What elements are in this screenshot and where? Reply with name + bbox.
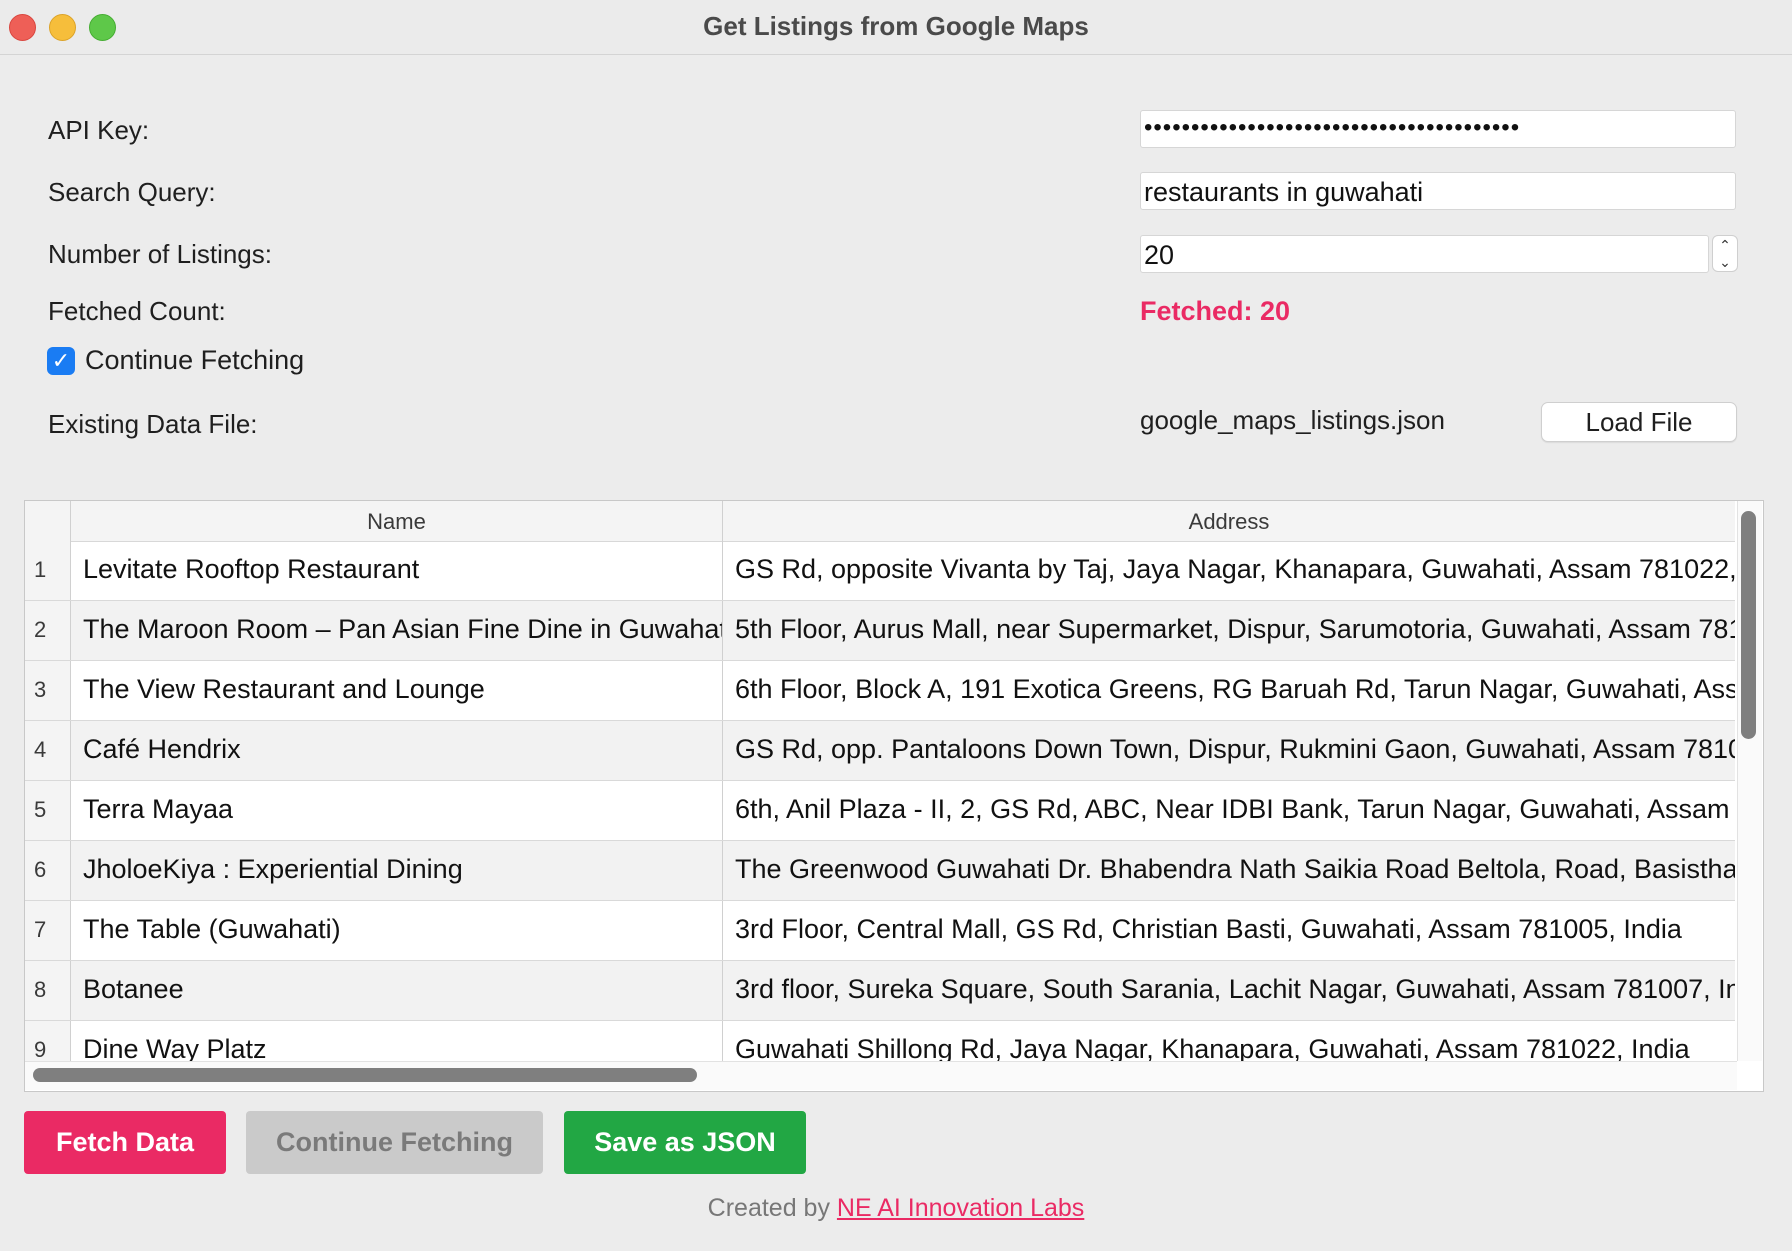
row-number: 7	[25, 901, 71, 960]
row-number: 8	[25, 961, 71, 1020]
table-row[interactable]: 8 Botanee 3rd floor, Sureka Square, South …	[25, 961, 1735, 1021]
num-listings-input[interactable]: 20	[1140, 235, 1709, 273]
cell-name[interactable]: Terra Mayaa	[71, 781, 723, 840]
window-title: Get Listings from Google Maps	[703, 11, 1089, 41]
continue-fetching-checkbox-label[interactable]: Continue Fetching	[85, 345, 304, 376]
api-key-label: API Key:	[48, 115, 150, 145]
cell-address[interactable]: GS Rd, opposite Vivanta by Taj, Jaya Nag…	[723, 541, 1735, 600]
cell-address[interactable]: 6th Floor, Block A, 191 Exotica Greens, …	[723, 661, 1735, 720]
api-key-input[interactable]: ••••••••••••••••••••••••••••••••••••••••	[1140, 110, 1736, 148]
table-row[interactable]: 2 The Maroon Room – Pan Asian Fine Dine i…	[25, 601, 1735, 661]
row-number: 2	[25, 601, 71, 660]
cell-name[interactable]: Café Hendrix	[71, 721, 723, 780]
fetched-count-label: Fetched Count:	[48, 296, 226, 326]
cell-name[interactable]: JholoeKiya : Experiential Dining	[71, 841, 723, 900]
cell-address[interactable]: 3rd floor, Sureka Square, South Sarania,…	[723, 961, 1735, 1020]
cell-name[interactable]: The Maroon Room – Pan Asian Fine Dine in…	[71, 601, 723, 660]
vertical-scrollbar-thumb[interactable]	[1741, 511, 1756, 739]
load-file-button[interactable]: Load File	[1541, 402, 1737, 442]
title-bar: Get Listings from Google Maps	[0, 0, 1792, 55]
num-listings-label: Number of Listings:	[48, 239, 272, 269]
fetched-count-value: Fetched: 20	[1140, 296, 1291, 326]
column-header-address[interactable]: Address	[723, 501, 1735, 541]
footer-link[interactable]: NE AI Innovation Labs	[837, 1194, 1084, 1222]
listings-table[interactable]: Name Address 1 Levitate Rooftop Restauran…	[24, 500, 1764, 1092]
row-number: 4	[25, 721, 71, 780]
column-header-name[interactable]: Name	[71, 501, 723, 541]
row-number-header	[25, 501, 71, 541]
table-row[interactable]: 7 The Table (Guwahati) 3rd Floor, Central …	[25, 901, 1735, 961]
cell-address[interactable]: 3rd Floor, Central Mall, GS Rd, Christia…	[723, 901, 1735, 960]
table-header: Name Address	[25, 501, 1735, 542]
cell-address[interactable]: 5th Floor, Aurus Mall, near Supermarket,…	[723, 601, 1735, 660]
table-body: 1 Levitate Rooftop Restaurant GS Rd, oppos…	[25, 541, 1735, 1081]
cell-name[interactable]: The Table (Guwahati)	[71, 901, 723, 960]
search-query-label: Search Query:	[48, 177, 216, 207]
cell-name[interactable]: Levitate Rooftop Restaurant	[71, 541, 723, 600]
table-row[interactable]: 1 Levitate Rooftop Restaurant GS Rd, oppos…	[25, 541, 1735, 601]
continue-fetching-button[interactable]: Continue Fetching	[246, 1111, 543, 1174]
search-query-input[interactable]: restaurants in guwahati	[1140, 172, 1736, 210]
row-number: 1	[25, 541, 71, 600]
cell-address[interactable]: 6th, Anil Plaza - II, 2, GS Rd, ABC, Nea…	[723, 781, 1735, 840]
row-number: 5	[25, 781, 71, 840]
existing-file-name: google_maps_listings.json	[1140, 405, 1445, 435]
row-number: 6	[25, 841, 71, 900]
table-row[interactable]: 3 The View Restaurant and Lounge 6th Floor…	[25, 661, 1735, 721]
fetch-data-button[interactable]: Fetch Data	[24, 1111, 226, 1174]
save-as-json-button[interactable]: Save as JSON	[564, 1111, 806, 1174]
horizontal-scrollbar-thumb[interactable]	[33, 1068, 697, 1082]
footer: Created by NE AI Innovation Labs	[0, 1194, 1792, 1223]
chevron-down-icon[interactable]: ⌄	[1713, 253, 1737, 271]
chevron-up-icon[interactable]: ⌃	[1713, 236, 1737, 254]
num-listings-stepper[interactable]: ⌃ ⌄	[1712, 235, 1738, 272]
cell-name[interactable]: Botanee	[71, 961, 723, 1020]
existing-data-file-label: Existing Data File:	[48, 409, 258, 439]
table-row[interactable]: 5 Terra Mayaa 6th, Anil Plaza - II, 2, GS …	[25, 781, 1735, 841]
table-row[interactable]: 6 JholoeKiya : Experiential Dining The Gre…	[25, 841, 1735, 901]
cell-name[interactable]: The View Restaurant and Lounge	[71, 661, 723, 720]
row-number: 3	[25, 661, 71, 720]
cell-address[interactable]: The Greenwood Guwahati Dr. Bhabendra Nat…	[723, 841, 1735, 900]
continue-fetching-checkbox[interactable]: ✓	[47, 347, 75, 375]
cell-address[interactable]: GS Rd, opp. Pantaloons Down Town, Dispur…	[723, 721, 1735, 780]
checkmark-icon: ✓	[51, 348, 71, 373]
footer-prefix: Created by	[707, 1194, 830, 1222]
table-row[interactable]: 4 Café Hendrix GS Rd, opp. Pantaloons Down…	[25, 721, 1735, 781]
